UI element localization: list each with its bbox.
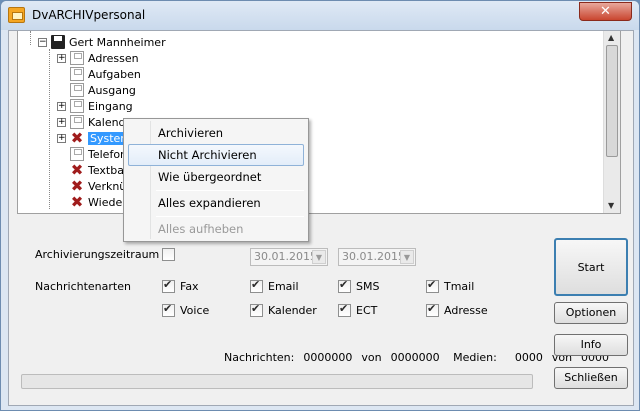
zeitraum-checkbox[interactable] [162, 248, 175, 261]
collapse-toggle[interactable]: − [38, 37, 47, 47]
client-area: − Gert Mannheimer + Adressen Aufgaben Ausga… [8, 30, 634, 406]
excluded-x-icon: ✖ [70, 177, 84, 195]
title-bar[interactable]: DvARCHIVpersonal ✕ [1, 1, 639, 30]
date-from-value: 30.01.2015 [254, 250, 317, 263]
menu-item-archivieren[interactable]: Archivieren [128, 122, 304, 144]
tree-item-label: Telefon [88, 147, 128, 161]
von-label: von [361, 351, 382, 364]
disk-icon [70, 67, 84, 81]
ect-label: ECT [356, 304, 378, 317]
optionen-button[interactable]: Optionen [554, 302, 628, 324]
voice-checkbox[interactable] [162, 302, 175, 317]
tree-root[interactable]: − Gert Mannheimer [38, 34, 166, 50]
scroll-thumb[interactable] [606, 45, 618, 157]
expand-toggle[interactable]: + [57, 117, 66, 127]
tree-item-label: Aufgaben [88, 67, 141, 81]
sms-label: SMS [356, 280, 380, 293]
disk-icon [70, 115, 84, 129]
kalender-label: Kalender [268, 304, 317, 317]
adresse-checkbox[interactable] [426, 302, 439, 317]
voice-label: Voice [180, 304, 210, 317]
disk-icon [51, 35, 65, 49]
nachrichten-label: Nachrichten: [224, 351, 295, 364]
tree-line [30, 31, 31, 45]
tree-root-label: Gert Mannheimer [69, 35, 166, 49]
expand-toggle[interactable]: + [57, 53, 66, 63]
nachrichten-count: 0000000 [303, 351, 353, 364]
status-line: Nachrichten: 0000000 von 0000000 Medien:… [224, 351, 609, 364]
context-menu: Archivieren Nicht Archivieren Wie überge… [123, 118, 309, 242]
date-to-picker[interactable]: 30.01.2015 ▼ [338, 248, 416, 266]
medien-count: 0000 [514, 351, 543, 364]
kalender-checkbox[interactable] [250, 302, 263, 317]
disk-icon [70, 99, 84, 113]
tmail-checkbox[interactable] [426, 278, 439, 293]
disk-icon [70, 147, 84, 161]
date-to-value: 30.01.2015 [342, 250, 405, 263]
excluded-x-icon: ✖ [70, 129, 84, 147]
app-icon [8, 7, 25, 23]
tree-item[interactable]: + Eingang [57, 98, 133, 114]
tree-item[interactable]: ✖ Verknü [57, 177, 127, 195]
app-window: DvARCHIVpersonal ✕ − Gert Mannheimer + Ad… [0, 0, 640, 411]
menu-item-alles-aufheben: Alles aufheben [158, 222, 244, 236]
tree-item-label: Wieder [88, 195, 127, 209]
tmail-label: Tmail [444, 280, 475, 293]
tree-scrollbar[interactable]: ▲ ▼ [603, 31, 620, 213]
tree-item-label: Adressen [88, 51, 139, 65]
email-checkbox[interactable] [250, 278, 263, 293]
schliessen-button[interactable]: Schließen [554, 367, 628, 389]
tree-item[interactable]: ✖ Wieder [57, 194, 127, 210]
menu-item-alles-expandieren[interactable]: Alles expandieren [128, 192, 304, 214]
info-button[interactable]: Info [554, 334, 628, 356]
window-title: DvARCHIVpersonal [32, 8, 146, 22]
scroll-up-arrow[interactable]: ▲ [608, 33, 614, 42]
scroll-down-arrow[interactable]: ▼ [608, 201, 614, 210]
close-button[interactable]: ✕ [579, 2, 632, 21]
adresse-label: Adresse [444, 304, 488, 317]
excluded-x-icon: ✖ [70, 193, 84, 211]
fax-label: Fax [180, 280, 199, 293]
menu-item-nicht-archivieren[interactable]: Nicht Archivieren [128, 144, 304, 166]
tree-item-label: Verknü [88, 179, 127, 193]
disk-icon [70, 83, 84, 97]
expand-toggle[interactable]: + [57, 101, 66, 111]
menu-separator [156, 216, 304, 217]
zeitraum-label: Archivierungszeitraum [35, 248, 160, 261]
dropdown-arrow-icon[interactable]: ▼ [312, 250, 326, 264]
tree-item-label: Ausgang [88, 83, 136, 97]
nachrichtenarten-label: Nachrichtenarten [35, 280, 131, 293]
tree-item[interactable]: Telefon [57, 146, 127, 162]
tree-item[interactable]: ✖ Textbau [57, 162, 131, 178]
menu-separator [156, 190, 304, 191]
medien-label: Medien: [453, 351, 497, 364]
expand-toggle[interactable]: + [57, 133, 66, 143]
tree-item[interactable]: Aufgaben [57, 66, 141, 82]
folder-tree[interactable]: − Gert Mannheimer + Adressen Aufgaben Ausga… [17, 31, 621, 214]
tree-item[interactable]: + Adressen [57, 50, 139, 66]
nachrichten-total: 0000000 [390, 351, 440, 364]
tree-item[interactable]: + ✖ System [57, 129, 134, 147]
progress-bar [21, 374, 533, 389]
start-button[interactable]: Start [554, 238, 628, 296]
excluded-x-icon: ✖ [70, 161, 84, 179]
date-from-picker[interactable]: 30.01.2015 ▼ [250, 248, 328, 266]
ect-checkbox[interactable] [338, 302, 351, 317]
sms-checkbox[interactable] [338, 278, 351, 293]
disk-icon [70, 51, 84, 65]
tree-item-label: Eingang [88, 99, 133, 113]
menu-item-wie-uebergeordnet[interactable]: Wie übergeordnet [128, 166, 304, 188]
tree-item[interactable]: Ausgang [57, 82, 136, 98]
email-label: Email [268, 280, 299, 293]
dropdown-arrow-icon[interactable]: ▼ [400, 250, 414, 264]
tree-line [49, 49, 50, 209]
fax-checkbox[interactable] [162, 278, 175, 293]
